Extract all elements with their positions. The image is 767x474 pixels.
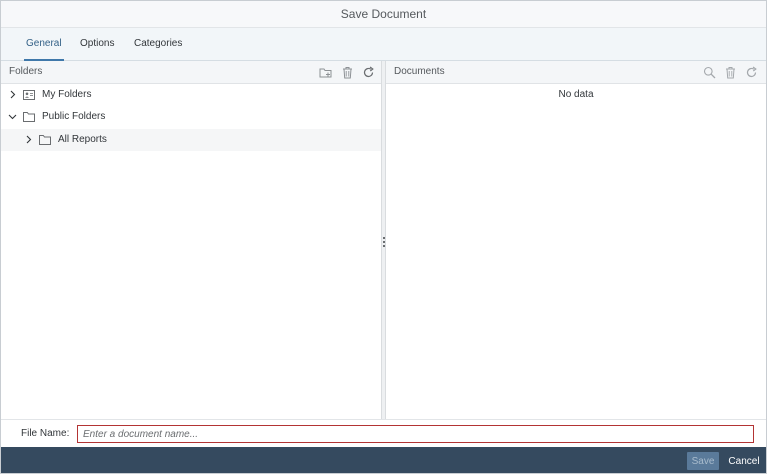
- delete-icon[interactable]: [724, 66, 737, 79]
- new-folder-icon[interactable]: [319, 66, 332, 79]
- folders-panel-title: Folders: [9, 66, 43, 77]
- folder-icon: [39, 135, 51, 145]
- save-document-dialog: Save Document General Options Categories…: [0, 0, 767, 474]
- no-data-text: No data: [558, 89, 594, 100]
- tree-node-label: My Folders: [42, 89, 92, 100]
- tab-general[interactable]: General: [24, 28, 64, 61]
- tab-categories[interactable]: Categories: [134, 28, 182, 61]
- tree-node-label: All Reports: [58, 134, 107, 145]
- refresh-icon[interactable]: [745, 66, 758, 79]
- splitter-grip-icon: [383, 237, 385, 247]
- folder-icon: [23, 112, 35, 122]
- chevron-right-icon[interactable]: [8, 90, 17, 99]
- tree-node-label: Public Folders: [42, 111, 106, 122]
- dialog-title-bar: Save Document: [1, 1, 766, 28]
- chevron-down-icon[interactable]: [8, 112, 17, 121]
- folder-tree: My Folders Public Folders All Reports: [1, 84, 381, 419]
- tab-bar: General Options Categories: [1, 28, 766, 61]
- file-name-input[interactable]: [77, 425, 754, 443]
- search-icon[interactable]: [703, 66, 716, 79]
- personal-folder-icon: [23, 90, 35, 100]
- dialog-title: Save Document: [340, 7, 427, 21]
- tree-node-my-folders[interactable]: My Folders: [1, 84, 381, 106]
- folders-panel-header: Folders: [1, 61, 381, 84]
- tree-node-all-reports[interactable]: All Reports: [1, 129, 381, 151]
- file-name-label: File Name:: [21, 428, 70, 439]
- dialog-footer: Save Cancel: [1, 447, 766, 473]
- save-button[interactable]: Save: [687, 452, 719, 470]
- tab-options[interactable]: Options: [80, 28, 114, 61]
- tree-node-public-folders[interactable]: Public Folders: [1, 106, 381, 128]
- documents-list: No data: [386, 84, 766, 419]
- refresh-icon[interactable]: [362, 66, 375, 79]
- file-name-row: File Name:: [1, 419, 766, 447]
- cancel-button[interactable]: Cancel: [725, 452, 763, 470]
- delete-icon[interactable]: [341, 66, 354, 79]
- documents-panel-title: Documents: [394, 66, 445, 77]
- chevron-right-icon[interactable]: [24, 135, 33, 144]
- documents-panel-header: Documents: [386, 61, 766, 84]
